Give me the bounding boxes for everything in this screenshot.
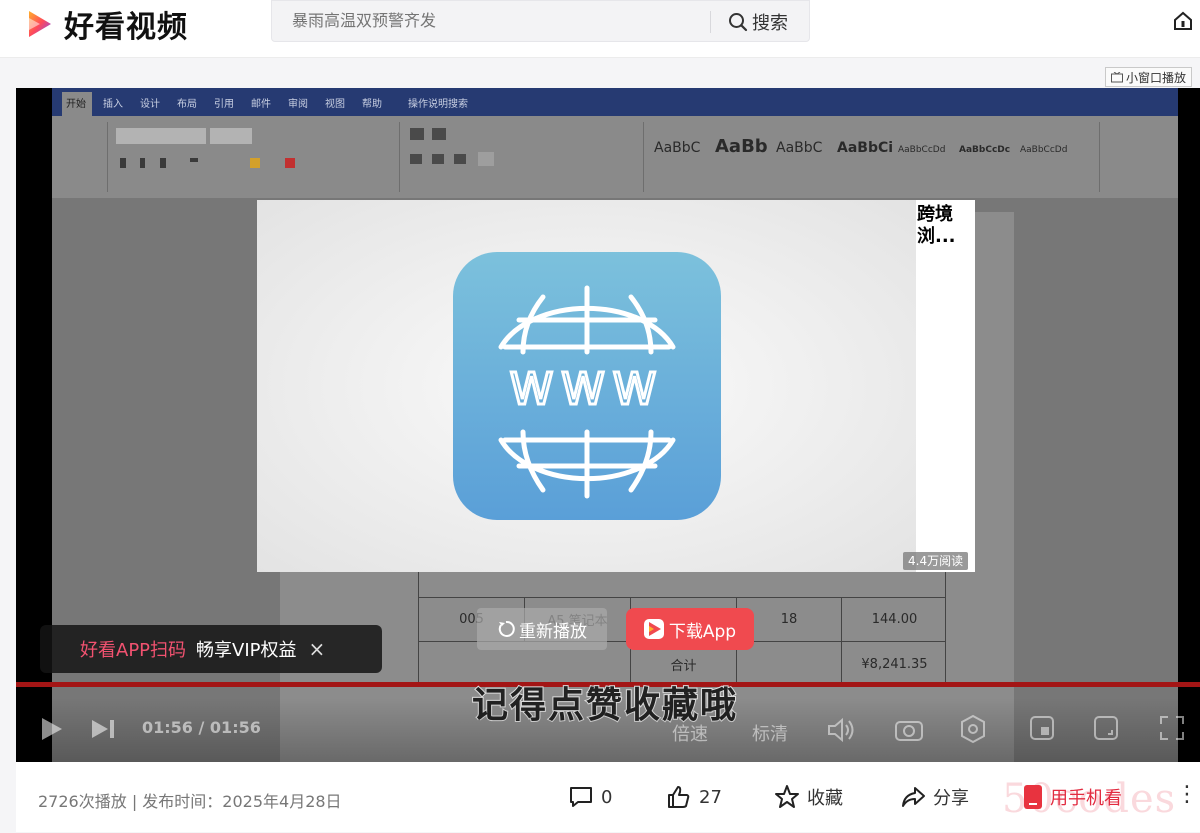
- vip-promo-toast[interactable]: 好看APP扫码 畅享VIP权益 ×: [40, 625, 382, 673]
- promo-scan-text: 好看APP扫码: [80, 640, 187, 661]
- style-sample: AaBbCi: [837, 140, 893, 156]
- replay-button[interactable]: 重新播放: [477, 608, 607, 650]
- like-button[interactable]: 27: [666, 784, 722, 810]
- search-button[interactable]: 搜索: [728, 7, 788, 37]
- download-app-button[interactable]: 下载App: [626, 608, 754, 650]
- comment-count: 0: [601, 786, 613, 808]
- share-button[interactable]: 分享: [900, 784, 969, 810]
- time-separator: /: [192, 718, 210, 737]
- ribbon-group-paragraph: [402, 122, 644, 192]
- share-label: 分享: [933, 788, 969, 809]
- paragraph-controls: [410, 128, 494, 166]
- search-button-label: 搜索: [752, 13, 788, 34]
- recommended-video-card[interactable]: WWW 跨境浏... 4.4万阅读: [257, 200, 975, 572]
- speed-button[interactable]: 倍速: [672, 720, 708, 746]
- table-cell: 144.00: [841, 598, 947, 641]
- watch-on-phone-label: 用手机看: [1050, 788, 1122, 809]
- style-sample: AaBbCcDc: [959, 145, 1010, 155]
- settings-icon[interactable]: [958, 714, 988, 744]
- screenshot-icon[interactable]: [894, 716, 924, 744]
- style-sample: AaBbCcDd: [1020, 145, 1067, 155]
- recommended-video-thumbnail[interactable]: WWW: [257, 200, 916, 572]
- site-logo[interactable]: 好看视频: [18, 2, 188, 46]
- globe-app-icon: WWW: [453, 252, 721, 520]
- replay-label: 重新播放: [519, 621, 587, 642]
- picture-in-picture-icon[interactable]: [1028, 714, 1056, 742]
- ribbon-tab: 审阅: [288, 97, 308, 110]
- ribbon-tabs: 开始 插入 设计 布局 引用 邮件 审阅 视图 帮助 操作说明搜索: [52, 88, 1178, 116]
- comment-icon: [570, 787, 592, 807]
- video-meta: 2726次播放 | 发布时间：2025年4月28日: [38, 788, 342, 812]
- table-cell: ¥8,241.35: [841, 642, 947, 687]
- ribbon-tab-strip: 开始 插入 设计 布局 引用 邮件 审阅 视图 帮助 操作说明搜索: [62, 92, 468, 116]
- share-icon: [902, 787, 925, 807]
- more-icon[interactable]: ⋮: [1176, 782, 1198, 807]
- style-sample: AaBbC: [776, 140, 823, 156]
- favorite-label: 收藏: [807, 788, 843, 809]
- tv-icon: [1111, 71, 1123, 82]
- ribbon-group-clipboard: [52, 122, 108, 192]
- ribbon-tab: 操作说明搜索: [408, 97, 468, 110]
- volume-icon[interactable]: [826, 716, 856, 744]
- ribbon-group-font: [110, 122, 400, 192]
- time-display: 01:56 / 01:56: [142, 718, 261, 737]
- logo-text: 好看视频: [64, 10, 188, 45]
- home-icon[interactable]: [1172, 10, 1194, 32]
- search-box: 搜索: [271, 0, 810, 42]
- play-count: 2726次播放: [38, 792, 127, 811]
- ribbon-tab: 布局: [177, 98, 197, 110]
- watch-on-phone-button[interactable]: 用手机看: [1024, 780, 1122, 814]
- comment-button[interactable]: 0: [568, 784, 612, 810]
- publish-date: 发布时间：2025年4月28日: [142, 792, 342, 811]
- font-controls: [116, 128, 295, 168]
- style-gallery: AaBbC AaBb AaBbC AaBbCi AaBbCcDd AaBbCcDc AaBb…: [654, 136, 1067, 157]
- app-logo-icon: [643, 619, 664, 639]
- download-label: 下载App: [668, 621, 737, 642]
- replay-icon: [498, 620, 515, 637]
- play-icon[interactable]: [38, 716, 64, 742]
- ribbon-tab: 视图: [325, 97, 345, 110]
- style-sample: AaBbCcDd: [898, 145, 945, 155]
- close-icon[interactable]: ×: [309, 637, 326, 661]
- meta-separator: |: [126, 792, 143, 811]
- web-fullscreen-icon[interactable]: [1092, 714, 1120, 742]
- next-icon[interactable]: [90, 718, 116, 740]
- recommended-video-title[interactable]: 跨境浏...: [917, 204, 973, 248]
- top-bar: 好看视频 搜索: [0, 0, 1200, 58]
- ribbon-tab: 引用: [214, 98, 234, 110]
- globe-icon: WWW: [498, 285, 676, 499]
- fullscreen-icon[interactable]: [1158, 714, 1186, 742]
- logo-icon: [20, 6, 56, 42]
- like-count: 27: [699, 786, 722, 808]
- mini-window-label: 小窗口播放: [1126, 70, 1187, 85]
- ribbon-tab: 邮件: [251, 97, 271, 110]
- player-controls: 01:56 / 01:56 倍速 标清: [16, 698, 1200, 762]
- ribbon-tab: 帮助: [362, 97, 382, 110]
- recommended-video-views: 4.4万阅读: [903, 552, 969, 570]
- table-cell: [736, 642, 841, 687]
- favorite-button[interactable]: 收藏: [774, 784, 843, 810]
- mini-window-button[interactable]: 小窗口播放: [1105, 67, 1193, 87]
- ribbon-group-editing: [1102, 122, 1178, 192]
- search-divider: [710, 11, 711, 33]
- ribbon-tab: 开始: [66, 97, 86, 110]
- star-icon: [775, 785, 799, 808]
- ribbon-tab: 设计: [140, 97, 160, 110]
- video-player[interactable]: 开始 插入 设计 布局 引用 邮件 审阅 视图 帮助 操作说明搜索 AaBbC …: [16, 88, 1200, 762]
- time-total: 01:56: [209, 718, 261, 737]
- ribbon-tab: 插入: [103, 97, 123, 110]
- quality-button[interactable]: 标清: [752, 720, 788, 746]
- style-sample: AaBb: [715, 136, 768, 157]
- video-info-bar: 2726次播放 | 发布时间：2025年4月28日 0 27 收藏 分享 50c…: [16, 762, 1200, 832]
- search-icon: [729, 13, 748, 32]
- promo-vip-text: 畅享VIP权益: [196, 640, 297, 661]
- thumbs-up-icon: [668, 786, 690, 808]
- phone-icon: [1024, 785, 1042, 809]
- time-current: 01:56: [142, 718, 193, 737]
- ribbon-body: AaBbC AaBb AaBbC AaBbCi AaBbCcDd AaBbCcDc AaBb…: [52, 116, 1178, 198]
- style-sample: AaBbC: [654, 140, 701, 156]
- ribbon-group-styles: AaBbC AaBb AaBbC AaBbCi AaBbCcDd AaBbCcDc AaBb…: [646, 122, 1100, 192]
- svg-text:WWW: WWW: [510, 364, 665, 415]
- search-input[interactable]: [292, 11, 712, 30]
